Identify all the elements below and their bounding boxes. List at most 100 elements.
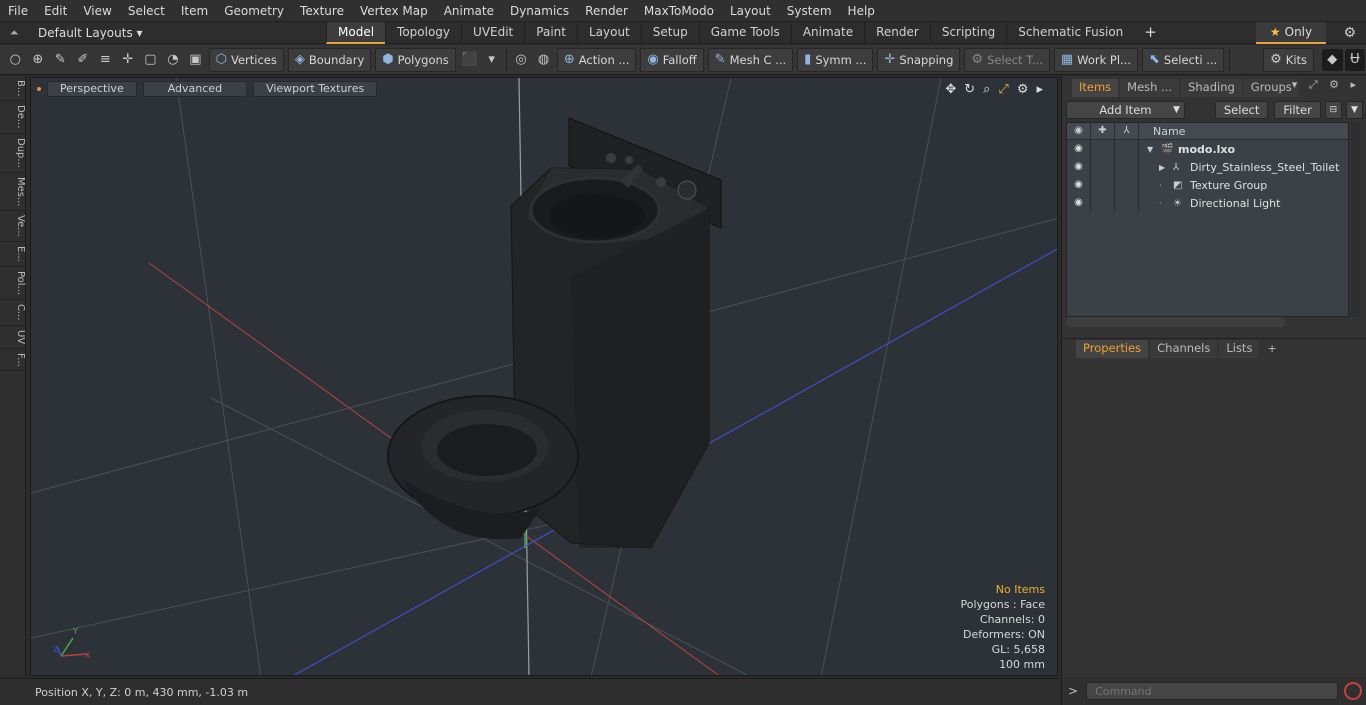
tab-items[interactable]: Items bbox=[1072, 79, 1119, 97]
command-input[interactable] bbox=[1086, 682, 1339, 700]
tab-topology[interactable]: Topology bbox=[385, 22, 461, 44]
symmetry-button[interactable]: ▮ Symm ... bbox=[797, 47, 874, 72]
perspective-button[interactable]: Perspective bbox=[47, 81, 137, 97]
pen-icon[interactable]: ✎ bbox=[50, 49, 71, 71]
tab-schematic-fusion[interactable]: Schematic Fusion bbox=[1006, 22, 1134, 44]
snap-b-icon[interactable]: ◍ bbox=[533, 49, 554, 71]
tab-shading[interactable]: Shading bbox=[1181, 79, 1242, 97]
collapse-icon[interactable]: ⏶ bbox=[0, 26, 28, 40]
strip-tab-basic[interactable]: B... bbox=[0, 76, 26, 102]
rotate-view-icon[interactable]: ↻ bbox=[964, 82, 975, 97]
boundary-button[interactable]: ◈ Boundary bbox=[287, 47, 372, 72]
pie-icon[interactable]: ◔ bbox=[163, 49, 184, 71]
menu-texture[interactable]: Texture bbox=[292, 4, 352, 18]
eye-icon[interactable]: ◉ bbox=[1067, 140, 1091, 158]
strip-tab-edge[interactable]: E... bbox=[0, 242, 26, 267]
expand-right-icon[interactable]: ▶ bbox=[1159, 163, 1169, 172]
menu-animate[interactable]: Animate bbox=[436, 4, 502, 18]
viewport-menu-dot[interactable] bbox=[37, 87, 41, 91]
record-macro-icon[interactable] bbox=[1344, 682, 1363, 700]
strip-tab-deform[interactable]: De... bbox=[0, 101, 26, 134]
menu-maxtomodo[interactable]: MaxToModo bbox=[636, 4, 722, 18]
add-item-button[interactable]: Add Item ▼ bbox=[1066, 101, 1185, 119]
tab-channels[interactable]: Channels bbox=[1150, 339, 1218, 358]
item-list-vscrollbar[interactable] bbox=[1351, 122, 1360, 317]
expand-down-icon[interactable]: ▼ bbox=[1147, 145, 1157, 154]
work-plane-button[interactable]: ▦ Work Pl... bbox=[1053, 47, 1138, 72]
strip-tab-uv[interactable]: UV bbox=[0, 326, 26, 349]
viewport-arrow-icon[interactable]: ▸ bbox=[1036, 82, 1043, 97]
maximize-icon[interactable]: ⤢ bbox=[998, 82, 1008, 97]
snapping-button[interactable]: ✛ Snapping bbox=[877, 47, 961, 72]
square-icon[interactable]: ▢ bbox=[140, 49, 161, 71]
strip-tab-duplicate[interactable]: Dup... bbox=[0, 134, 26, 173]
lock-column-icon[interactable]: ✚ bbox=[1091, 122, 1115, 140]
eye-icon[interactable]: ◉ bbox=[1067, 176, 1091, 194]
menu-render[interactable]: Render bbox=[577, 4, 636, 18]
tab-paint[interactable]: Paint bbox=[524, 22, 577, 44]
kits-button[interactable]: ⚙ Kits bbox=[1263, 47, 1315, 72]
tab-properties[interactable]: Properties bbox=[1076, 339, 1149, 358]
strip-tab-curve[interactable]: C... bbox=[0, 300, 26, 326]
3d-viewport[interactable]: Y X Z Perspective Advanced Viewport Text… bbox=[30, 77, 1058, 676]
item-list-hscrollbar[interactable] bbox=[1066, 317, 1285, 327]
mesh-constraint-button[interactable]: ✎ Mesh C ... bbox=[707, 47, 794, 72]
tab-game-tools[interactable]: Game Tools bbox=[698, 22, 791, 44]
unity-icon[interactable]: ◆ bbox=[1322, 48, 1343, 71]
snap-a-icon[interactable]: ◎ bbox=[511, 49, 532, 71]
tab-render[interactable]: Render bbox=[864, 22, 930, 44]
list-item[interactable]: ◉ ▼ 🎬 modo.lxo bbox=[1067, 140, 1348, 158]
strip-tab-vertex[interactable]: Ve... bbox=[0, 211, 26, 243]
zoom-icon[interactable]: ⌕ bbox=[983, 82, 990, 97]
unreal-icon[interactable]: Ʉ bbox=[1344, 48, 1366, 71]
eye-icon[interactable]: ◉ bbox=[1067, 194, 1091, 212]
move-view-icon[interactable]: ✥ bbox=[945, 82, 956, 97]
menu-help[interactable]: Help bbox=[840, 4, 883, 18]
center-icon[interactable]: ✛ bbox=[118, 49, 139, 71]
strip-tab-fusion[interactable]: F... bbox=[0, 349, 26, 372]
tab-lists[interactable]: Lists bbox=[1219, 339, 1260, 358]
advanced-button[interactable]: Advanced bbox=[142, 81, 248, 97]
tab-layout[interactable]: Layout bbox=[576, 22, 641, 44]
tab-uvedit[interactable]: UVEdit bbox=[461, 22, 524, 44]
menu-edit[interactable]: Edit bbox=[36, 4, 75, 18]
default-layouts-dropdown[interactable]: Default Layouts ▾ bbox=[28, 26, 148, 40]
tab-animate[interactable]: Animate bbox=[790, 22, 864, 44]
brush-icon[interactable]: ✐ bbox=[73, 49, 94, 71]
only-toggle[interactable]: ★ Only bbox=[1256, 22, 1326, 44]
globe-icon[interactable]: ⊕ bbox=[28, 49, 49, 71]
select-button[interactable]: Select bbox=[1214, 101, 1269, 119]
menu-vertex-map[interactable]: Vertex Map bbox=[352, 4, 436, 18]
collapse-list-icon[interactable]: ⊟ bbox=[1324, 101, 1342, 119]
menu-dynamics[interactable]: Dynamics bbox=[502, 4, 577, 18]
viewport-textures-button[interactable]: Viewport Textures bbox=[253, 81, 378, 97]
tab-scripting[interactable]: Scripting bbox=[929, 22, 1006, 44]
gear-icon[interactable]: ⚙ bbox=[1343, 25, 1356, 41]
polygons-button[interactable]: ⬢ Polygons bbox=[375, 47, 456, 72]
viewport-settings-icon[interactable]: ⚙ bbox=[1017, 82, 1029, 97]
select-through-button[interactable]: ⚙ Select T... bbox=[964, 47, 1050, 72]
list-item[interactable]: ◉ · ◩ Texture Group bbox=[1067, 176, 1348, 194]
filter-button[interactable]: Filter bbox=[1274, 101, 1321, 119]
tab-groups[interactable]: Groups bbox=[1243, 79, 1299, 97]
menu-item[interactable]: Item bbox=[173, 4, 216, 18]
list-item[interactable]: ◉ · ☀ Directional Light bbox=[1067, 194, 1348, 212]
add-properties-tab-button[interactable]: + bbox=[1261, 342, 1282, 355]
menu-system[interactable]: System bbox=[779, 4, 840, 18]
vertices-button[interactable]: ⬡ Vertices bbox=[208, 47, 284, 72]
menu-select[interactable]: Select bbox=[120, 4, 173, 18]
align-icon[interactable]: ≡ bbox=[95, 49, 116, 71]
material-icon[interactable]: ▣ bbox=[185, 49, 206, 71]
falloff-button[interactable]: ◉ Falloff bbox=[640, 47, 704, 72]
visibility-column-icon[interactable]: ◉ bbox=[1067, 122, 1091, 140]
circle-select-icon[interactable]: ○ bbox=[5, 49, 26, 71]
funnel-icon[interactable]: ▼ bbox=[1345, 101, 1363, 119]
tab-model[interactable]: Model bbox=[326, 22, 386, 44]
panel-controls[interactable]: ▾ ⤢ ⚙ ▸ bbox=[1292, 78, 1360, 92]
menu-layout[interactable]: Layout bbox=[722, 4, 779, 18]
cube-icon[interactable]: ⬛ bbox=[459, 49, 480, 71]
type-column-icon[interactable]: ⅄ bbox=[1115, 122, 1139, 140]
strip-tab-polygon[interactable]: Pol... bbox=[0, 267, 26, 300]
menu-view[interactable]: View bbox=[75, 4, 119, 18]
menu-file[interactable]: File bbox=[0, 4, 36, 18]
